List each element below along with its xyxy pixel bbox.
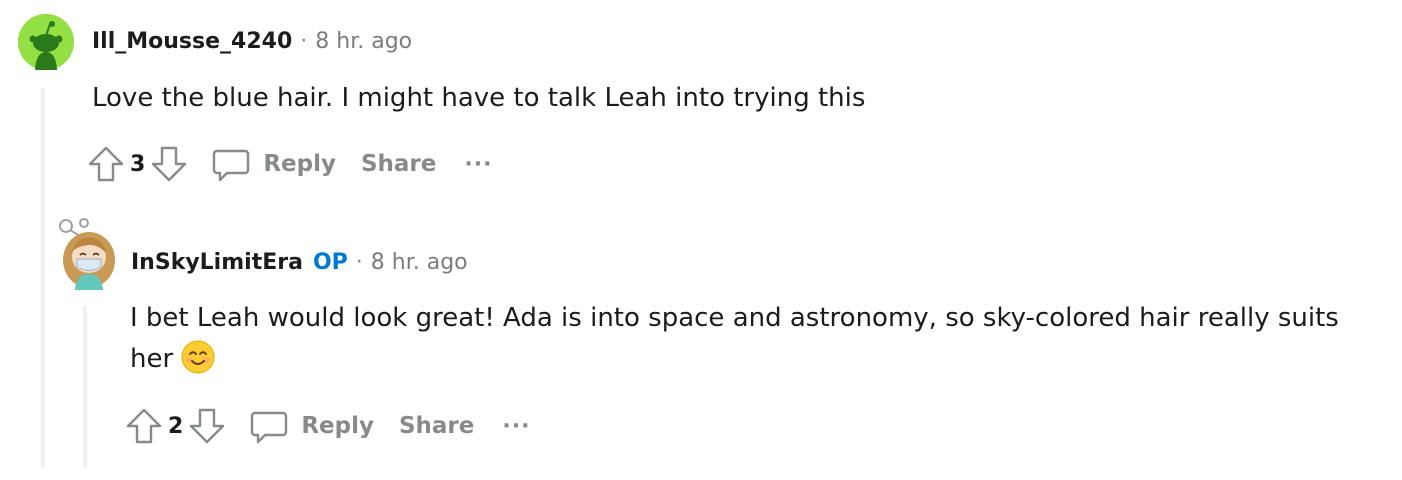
reply-label: Reply (263, 151, 336, 177)
snoo-avatar-icon (18, 14, 74, 70)
comment-meta: Ill_Mousse_4240 · 8 hr. ago (92, 29, 412, 54)
reply-button[interactable]: Reply (249, 406, 374, 446)
comment-body: Love the blue hair. I might have to talk… (92, 83, 866, 113)
share-button[interactable]: Share (361, 151, 436, 177)
comment-body: I bet Leah would look great! Ada is into… (130, 298, 1380, 380)
upvote-icon[interactable] (124, 406, 164, 446)
user-avatar-icon (59, 218, 115, 290)
more-options-button[interactable]: ··· (464, 152, 492, 177)
comment-bubble-icon (213, 149, 250, 182)
upvote-icon[interactable] (86, 144, 126, 184)
avatar[interactable] (58, 218, 120, 290)
timestamp[interactable]: 8 hr. ago (371, 250, 468, 275)
username[interactable]: Ill_Mousse_4240 (92, 29, 292, 54)
downvote-icon[interactable] (149, 144, 189, 184)
meta-separator: · (300, 29, 308, 54)
vote-count: 2 (168, 413, 184, 439)
op-badge: OP (312, 250, 348, 275)
vote-count: 3 (130, 151, 146, 177)
timestamp[interactable]: 8 hr. ago (315, 29, 412, 54)
smiling-face-icon (181, 340, 215, 374)
thread-line-outer[interactable] (41, 88, 45, 468)
reply-label: Reply (301, 413, 374, 439)
comment-actions: 3 Reply Share ··· (86, 142, 492, 186)
downvote-icon[interactable] (187, 406, 227, 446)
comment-bubble-icon (251, 411, 288, 444)
thread-line-inner[interactable] (83, 306, 87, 468)
share-button[interactable]: Share (399, 413, 474, 439)
more-options-button[interactable]: ··· (502, 414, 530, 439)
reply-button[interactable]: Reply (211, 144, 336, 184)
comment-meta: InSkyLimitEra OP · 8 hr. ago (131, 250, 468, 275)
share-label: Share (360, 151, 437, 177)
meta-separator: · (355, 250, 363, 275)
avatar[interactable] (18, 14, 74, 70)
username[interactable]: InSkyLimitEra (131, 250, 303, 275)
comment-body-text: I bet Leah would look great! Ada is into… (130, 303, 1339, 374)
share-label: Share (398, 413, 475, 439)
comment-actions: 2 Reply Share ··· (124, 404, 530, 448)
